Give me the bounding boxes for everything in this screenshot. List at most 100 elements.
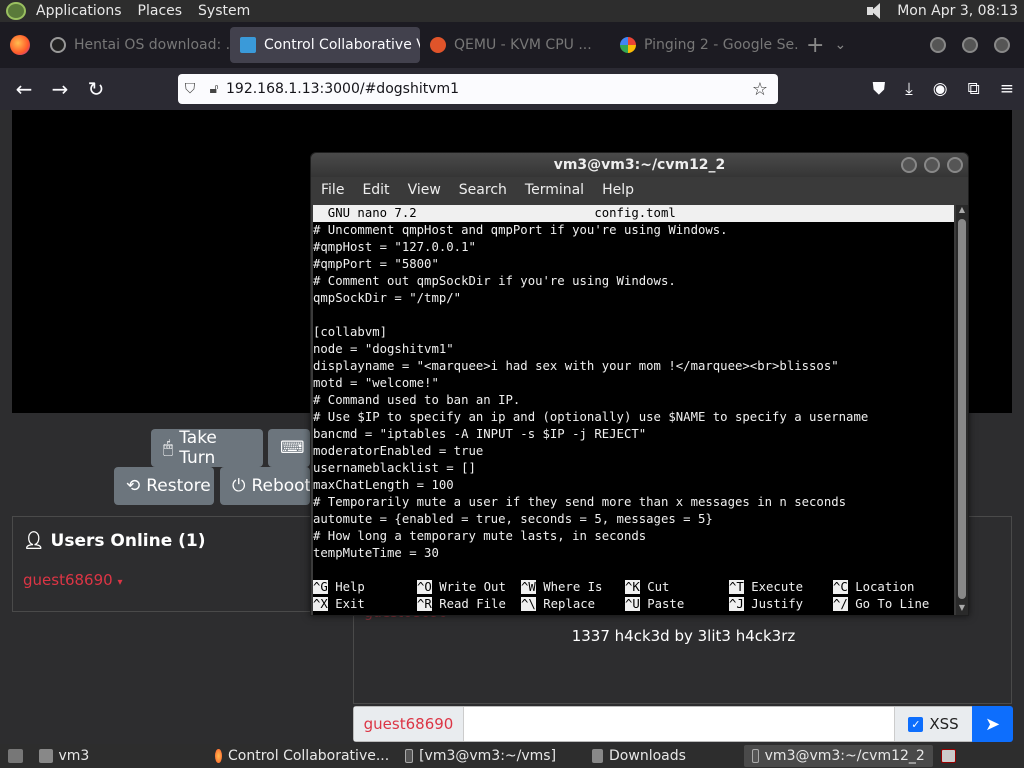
menu-applications[interactable]: Applications: [28, 3, 130, 19]
nano-line[interactable]: node = "dogshitvm1": [313, 341, 954, 358]
nano-line[interactable]: motd = "welcome!": [313, 375, 954, 392]
nano-line[interactable]: [collabvm]: [313, 324, 954, 341]
terminal-minimize-button[interactable]: [901, 157, 917, 173]
new-tab-icon[interactable]: +: [806, 33, 824, 58]
nano-line[interactable]: # Use $IP to specify an ip and (optional…: [313, 409, 954, 426]
taskbar-item-firefox[interactable]: Control Collaborative...: [207, 745, 397, 767]
maximize-button[interactable]: [962, 37, 978, 53]
restore-button[interactable]: ⟲ Restore: [114, 467, 214, 505]
hamburger-menu-icon[interactable]: ≡: [1000, 79, 1014, 99]
taskbar-item-vm3[interactable]: vm3: [31, 745, 97, 767]
keyboard-button[interactable]: ⌨︎: [268, 429, 310, 467]
clock[interactable]: Mon Apr 3, 08:13: [897, 3, 1018, 19]
restore-icon: ⟲: [126, 476, 141, 496]
trash-icon[interactable]: [933, 745, 964, 767]
scrollbar-thumb[interactable]: [958, 219, 966, 599]
menu-places[interactable]: Places: [130, 3, 191, 19]
minimize-button[interactable]: [930, 37, 946, 53]
nano-line[interactable]: # Uncomment qmpHost and qmpPort if you'r…: [313, 222, 954, 239]
taskbar-item-terminal-cvm[interactable]: vm3@vm3:~/cvm12_2: [743, 745, 933, 767]
menu-file[interactable]: File: [315, 182, 350, 198]
reboot-button[interactable]: ⏻ Reboot: [220, 467, 311, 505]
xss-toggle[interactable]: ✓ XSS: [894, 707, 972, 741]
shield-icon[interactable]: ⛉: [178, 81, 202, 97]
taskbar-label: vm3@vm3:~/cvm12_2: [764, 748, 925, 764]
close-window-button[interactable]: [994, 37, 1010, 53]
users-online-label: Users Online (1): [50, 531, 206, 551]
nano-line[interactable]: tempMuteTime = 30: [313, 545, 954, 562]
nano-line[interactable]: displayname = "<marquee>i had sex with y…: [313, 358, 954, 375]
scroll-up-icon[interactable]: ▲: [956, 205, 968, 217]
extensions-icon[interactable]: ⧉: [968, 79, 980, 99]
tab-qemu[interactable]: QEMU - KVM CPU ...: [420, 27, 610, 63]
distro-logo-icon[interactable]: [6, 2, 26, 20]
terminal-body[interactable]: GNU nano 7.2 config.toml # Uncomment qmp…: [313, 205, 954, 615]
nano-line[interactable]: #qmpHost = "127.0.0.1": [313, 239, 954, 256]
terminal-titlebar[interactable]: vm3@vm3:~/cvm12_2: [311, 153, 968, 177]
url-bar[interactable]: ⛉ 🔓︎ 192.168.1.13:3000/#dogshitvm1 ☆: [178, 74, 778, 104]
taskbar-item-downloads[interactable]: Downloads: [584, 745, 694, 767]
shortcut-key: ^U: [625, 597, 640, 611]
terminal-window[interactable]: vm3@vm3:~/cvm12_2 File Edit View Search …: [310, 152, 969, 616]
send-button[interactable]: ➤: [972, 706, 1013, 742]
tab-google[interactable]: Pinging 2 - Google Se...: [610, 27, 800, 63]
menu-system[interactable]: System: [190, 3, 258, 19]
show-desktop-icon[interactable]: [0, 745, 31, 767]
nano-shortcut: ^\ Replace: [521, 596, 625, 613]
menu-help[interactable]: Help: [596, 182, 640, 198]
terminal-scrollbar[interactable]: ▲ ▼: [956, 205, 968, 615]
menu-view[interactable]: View: [402, 182, 447, 198]
insecure-lock-icon[interactable]: 🔓︎: [202, 81, 226, 97]
nano-line[interactable]: bancmd = "iptables -A INPUT -s $IP -j RE…: [313, 426, 954, 443]
keyboard-icon: ⌨︎: [280, 438, 305, 458]
taskbar-item-terminal-vms[interactable]: [vm3@vm3:~/vms]: [397, 745, 564, 767]
tab-hentai-os[interactable]: Hentai OS download: ...: [40, 27, 230, 63]
caret-down-icon[interactable]: ▾: [117, 577, 122, 588]
terminal-title: vm3@vm3:~/cvm12_2: [553, 157, 726, 173]
chat-input[interactable]: [464, 707, 894, 741]
nano-line[interactable]: # How long a temporary mute lasts, in se…: [313, 528, 954, 545]
qemu-icon: [430, 37, 446, 53]
forward-icon[interactable]: →: [42, 77, 78, 101]
nano-line[interactable]: #qmpPort = "5800": [313, 256, 954, 273]
volume-icon[interactable]: [865, 2, 887, 20]
user-name[interactable]: guest68690: [23, 571, 113, 589]
firefox-icon[interactable]: [10, 35, 30, 55]
tab-control-collaborative[interactable]: Control Collaborative V ✕: [230, 27, 420, 63]
shortcut-label: Exit: [335, 597, 365, 611]
pocket-icon[interactable]: ⛊: [873, 79, 886, 99]
nano-line[interactable]: # Comment out qmpSockDir if you're using…: [313, 273, 954, 290]
terminal-close-button[interactable]: [947, 157, 963, 173]
nano-line[interactable]: [313, 562, 954, 579]
terminal-maximize-button[interactable]: [924, 157, 940, 173]
nano-editor-lines[interactable]: # Uncomment qmpHost and qmpPort if you'r…: [313, 222, 954, 579]
nano-shortcut: ^U Paste: [625, 596, 729, 613]
scroll-down-icon[interactable]: ▼: [956, 603, 968, 615]
bookmark-star-icon[interactable]: ☆: [752, 79, 778, 100]
take-turn-button[interactable]: 🖱︎ Take Turn: [151, 428, 263, 468]
downloads-icon[interactable]: ⤓: [905, 79, 913, 99]
nano-shortcut: ^R Read File: [417, 596, 521, 613]
shortcut-label: Cut: [647, 580, 670, 594]
reload-icon[interactable]: ↻: [78, 77, 114, 101]
nano-line[interactable]: moderatorEnabled = true: [313, 443, 954, 460]
chat-username[interactable]: guest68690: [354, 707, 464, 741]
nano-line[interactable]: # Command used to ban an IP.: [313, 392, 954, 409]
menu-search[interactable]: Search: [453, 182, 513, 198]
tab-list-chevron-icon[interactable]: ⌄: [834, 37, 846, 53]
menu-terminal[interactable]: Terminal: [519, 182, 590, 198]
account-icon[interactable]: ◉: [933, 79, 948, 99]
send-icon: ➤: [984, 713, 1001, 735]
xss-checkbox[interactable]: ✓: [908, 716, 924, 732]
url-text[interactable]: 192.168.1.13:3000/#dogshitvm1: [226, 81, 459, 97]
nano-line[interactable]: [313, 307, 954, 324]
nano-line[interactable]: qmpSockDir = "/tmp/": [313, 290, 954, 307]
menu-edit[interactable]: Edit: [356, 182, 395, 198]
folder-icon: [592, 749, 604, 763]
nano-line[interactable]: usernameblacklist = []: [313, 460, 954, 477]
nano-line[interactable]: maxChatLength = 100: [313, 477, 954, 494]
user-list-item[interactable]: guest68690 ▾: [23, 571, 122, 589]
nano-line[interactable]: automute = {enabled = true, seconds = 5,…: [313, 511, 954, 528]
nano-line[interactable]: # Temporarily mute a user if they send m…: [313, 494, 954, 511]
back-icon[interactable]: ←: [6, 77, 42, 101]
